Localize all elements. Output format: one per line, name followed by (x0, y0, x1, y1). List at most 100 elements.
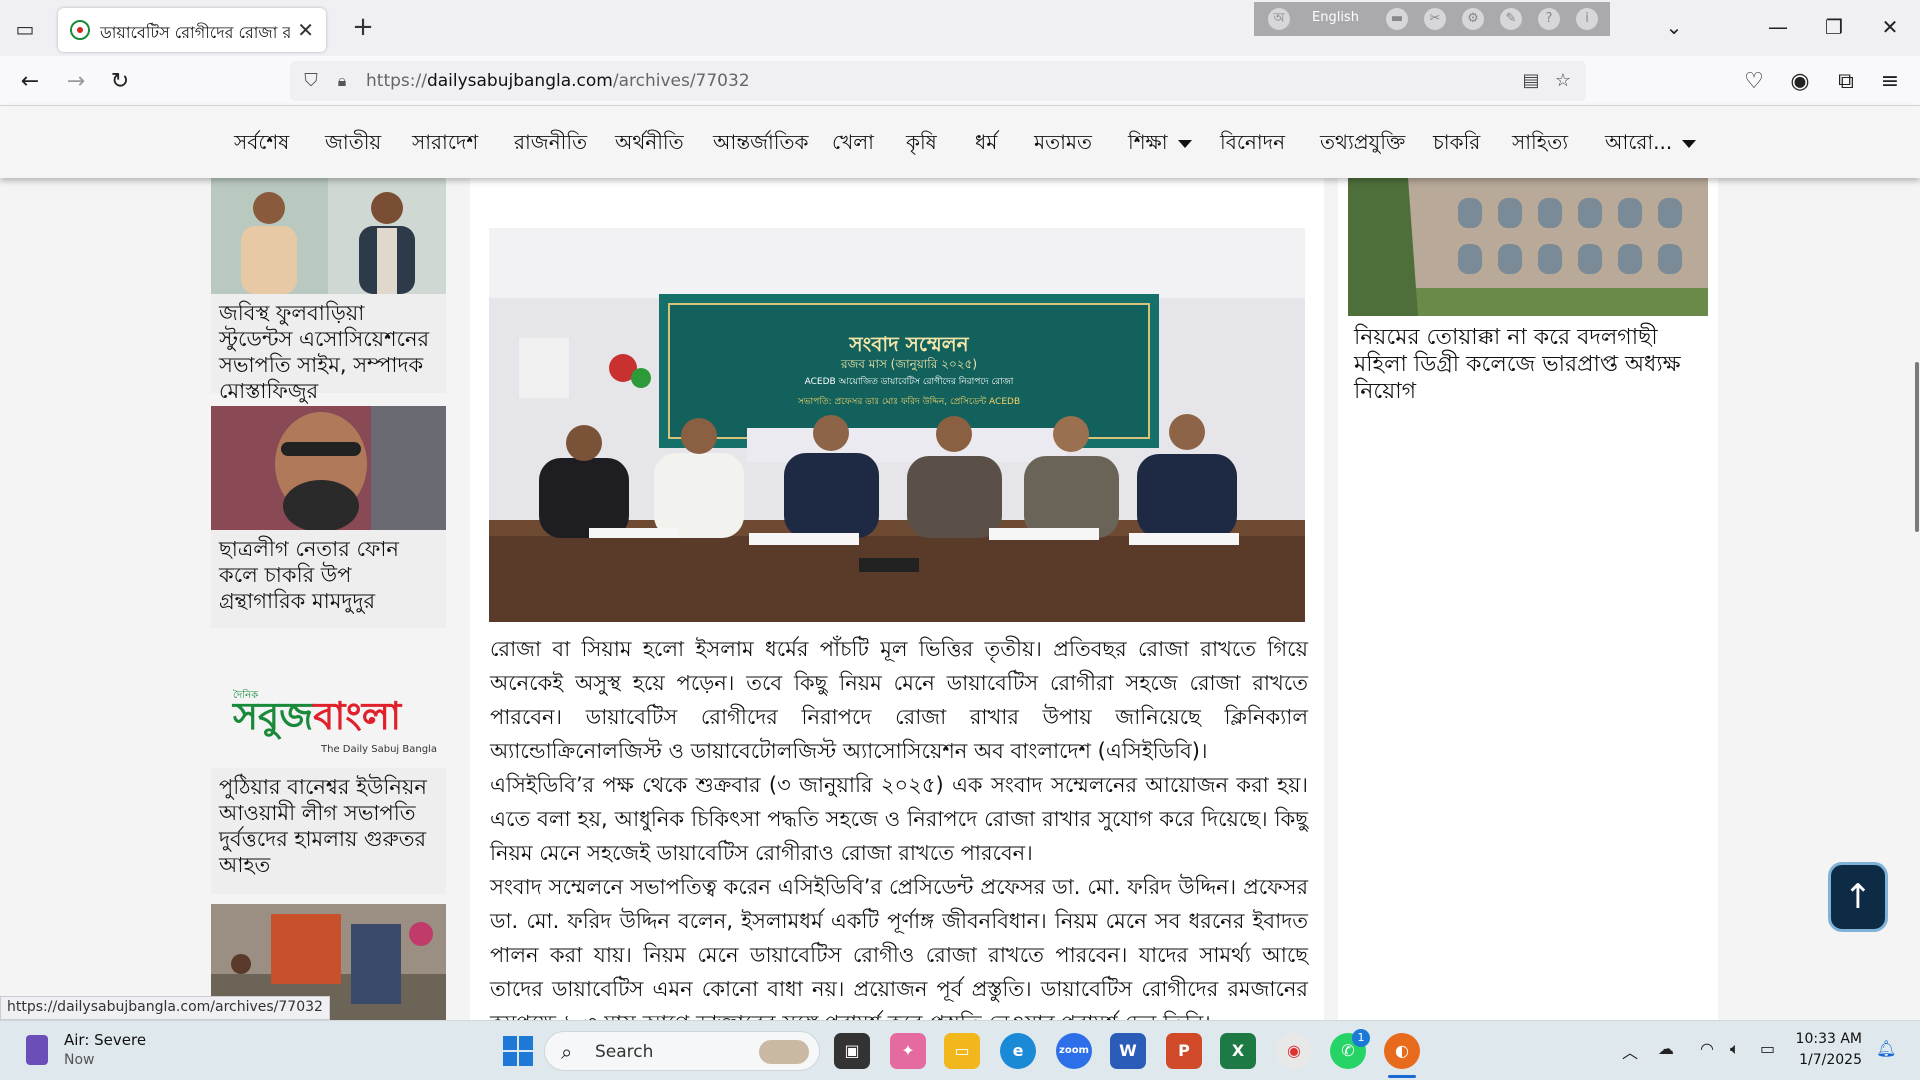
battery-icon[interactable]: ▭ (1760, 1039, 1775, 1058)
edit-icon[interactable]: ✎ (1500, 8, 1522, 30)
menu-item-economy[interactable]: অর্থনীতি (615, 128, 684, 161)
menu-item-opinion[interactable]: মতামত (1034, 128, 1092, 161)
menu-item-technology[interactable]: তথ্যপ্রযুক্তি (1320, 128, 1405, 161)
account-icon[interactable]: ◉ (1784, 66, 1816, 98)
taskbar-search[interactable]: ⌕ Search (544, 1031, 820, 1071)
info-icon[interactable]: i (1576, 8, 1598, 30)
menu-item-religion[interactable]: ধর্ম (975, 128, 997, 161)
tools-icon[interactable]: ✂ (1424, 8, 1446, 30)
menu-item-latest[interactable]: সর্বশেষ (234, 128, 289, 161)
word-icon[interactable]: W (1110, 1033, 1146, 1069)
search-highlight-icon (759, 1040, 809, 1064)
banner-line: ACEDB আয়োজিত ডায়াবেটিস রোগীদের নিরাপদে… (804, 377, 1014, 387)
tab-title: ডায়াবেটিস রোগীদের রোজা রাখার (100, 23, 290, 42)
chevron-down-icon (1682, 139, 1697, 148)
volume-icon[interactable]: 🔈︎ (1730, 1039, 1740, 1059)
article-photo: সংবাদ সম্মেলন রজব মাস (জানুয়ারি ২০২৫) A… (489, 228, 1305, 622)
restore-icon[interactable]: ❐ (1814, 12, 1854, 42)
two-men-portrait-image (211, 178, 446, 294)
keyboard-icon[interactable]: ▬ (1386, 8, 1408, 30)
back-arrow-icon[interactable]: ← (14, 66, 46, 98)
news-thumbnail[interactable] (1348, 178, 1708, 316)
extensions-icon[interactable]: ⧉ (1830, 66, 1862, 98)
tab-list-icon[interactable]: ▭ (10, 14, 40, 44)
menu-item-national[interactable]: জাতীয় (325, 128, 381, 161)
excel-icon[interactable]: X (1220, 1033, 1256, 1069)
tab-close-icon[interactable]: ✕ (297, 18, 314, 42)
menu-item-entertainment[interactable]: বিনোদন (1220, 128, 1285, 161)
menu-item-sports[interactable]: খেলা (832, 128, 874, 161)
forward-arrow-icon[interactable]: → (60, 66, 92, 98)
menu-hamburger-icon[interactable]: ≡ (1874, 66, 1906, 98)
menu-item-jobs[interactable]: চাকরি (1433, 128, 1480, 161)
news-card[interactable]: পুঠিয়ার বানেশ্বর ইউনিয়ন আওয়ামী লীগ সভ… (211, 768, 446, 894)
link-status-url: https://dailysabujbangla.com/archives/77… (0, 996, 330, 1020)
avro-keyboard-icon[interactable]: অ (1268, 8, 1290, 30)
tracking-shield-icon[interactable]: ⛉ (300, 69, 322, 93)
menu-item-more[interactable]: আরো... (1605, 128, 1697, 161)
bookmark-star-icon[interactable]: ☆ (1550, 68, 1576, 94)
clock-time[interactable]: 10:33 AM (1792, 1031, 1862, 1047)
chrome-icon[interactable]: ◉ (1276, 1033, 1312, 1069)
site-favicon-icon (70, 20, 90, 40)
browser-nav-bar: ← → ↻ ⛉ 🔒︎ https://dailysabujbangla.com/… (0, 56, 1920, 106)
menu-item-countrywide[interactable]: সারাদেশ (412, 128, 478, 161)
task-view-icon[interactable]: ▣ (834, 1033, 870, 1069)
site-menu: সর্বশেষ জাতীয় সারাদেশ রাজনীতি অর্থনীতি … (0, 106, 1920, 178)
copilot-icon[interactable]: ✦ (890, 1033, 926, 1069)
file-explorer-icon[interactable]: ▭ (944, 1033, 980, 1069)
reader-view-icon[interactable]: ▤ (1518, 68, 1544, 94)
windows-start-icon[interactable] (502, 1035, 534, 1067)
settings-gear-icon[interactable]: ⚙ (1462, 8, 1484, 30)
search-icon: ⌕ (561, 1040, 573, 1064)
article-paragraph: রোজা বা সিয়াম হলো ইসলাম ধর্মের পাঁচটি ম… (490, 637, 1308, 763)
college-building-image (1348, 178, 1708, 316)
news-thumbnail[interactable] (211, 406, 446, 530)
menu-item-agriculture[interactable]: কৃষি (906, 128, 937, 161)
menu-item-politics[interactable]: রাজনীতি (514, 128, 587, 161)
article-content: সংবাদ সম্মেলন রজব মাস (জানুয়ারি ২০২৫) A… (470, 178, 1324, 1020)
address-bar[interactable]: ⛉ 🔒︎ https://dailysabujbangla.com/archiv… (290, 61, 1586, 101)
menu-item-international[interactable]: আন্তর্জাতিক (713, 128, 809, 161)
news-headline[interactable]: ছাত্রলীগ নেতার ফোন কলে চাকরি উপ গ্রন্থাগ… (211, 530, 446, 620)
site-logo[interactable]: দৈনিক সবুজবাংলা The Daily Sabuj Bangla (211, 644, 446, 764)
language-label[interactable]: English (1312, 10, 1359, 25)
logo-subtitle: The Daily Sabuj Bangla (321, 744, 437, 755)
new-tab-icon[interactable]: + (348, 12, 378, 42)
active-app-indicator (1388, 1075, 1416, 1078)
wifi-icon[interactable]: ◠ (1700, 1039, 1714, 1058)
window-close-icon[interactable]: ✕ (1870, 12, 1910, 42)
show-hidden-icons-icon[interactable]: ︿ (1622, 1039, 1638, 1063)
pocket-icon[interactable]: ♡ (1738, 66, 1770, 98)
chevron-down-icon (1177, 139, 1192, 148)
powerpoint-icon[interactable]: P (1166, 1033, 1202, 1069)
zoom-icon[interactable]: zoom (1056, 1033, 1092, 1069)
edge-icon[interactable]: e (1000, 1033, 1036, 1069)
weather-title[interactable]: Air: Severe (64, 1031, 146, 1049)
page-scrollbar-thumb[interactable] (1915, 362, 1919, 532)
menu-item-education[interactable]: শিক্ষা (1128, 128, 1192, 161)
weather-icon[interactable] (26, 1035, 48, 1065)
onedrive-icon[interactable]: ☁ (1658, 1039, 1674, 1058)
browser-tab-active[interactable]: ডায়াবেটিস রোগীদের রোজা রাখার ✕ (58, 8, 326, 52)
news-card[interactable]: ছাত্রলীগ নেতার ফোন কলে চাকরি উপ গ্রন্থাগ… (211, 406, 446, 628)
reload-icon[interactable]: ↻ (104, 66, 136, 98)
minimize-icon[interactable]: — (1758, 12, 1798, 42)
news-card[interactable]: জবিস্থ ফুলবাড়িয়া স্টুডেন্টস এসোসিয়েশন… (211, 178, 446, 403)
notification-bell-icon[interactable]: 🔔︎ (1876, 1039, 1896, 1058)
lock-icon[interactable]: 🔒︎ (332, 69, 352, 93)
scroll-to-top-button[interactable]: ↑ (1828, 862, 1888, 932)
firefox-icon[interactable]: ◐ (1384, 1033, 1420, 1069)
news-headline[interactable]: জবিস্থ ফুলবাড়িয়া স্টুডেন্টস এসোসিয়েশন… (211, 294, 446, 410)
banner-chair: সভাপতি: প্রফেসর ডাঃ মোঃ ফরিদ উদ্দিন, প্র… (797, 397, 1021, 407)
tab-overflow-chevron-down-icon[interactable]: ⌄ (1654, 12, 1694, 42)
browser-tab-bar: ▭ ডায়াবেটিস রোগীদের রোজা রাখার ✕ + অ En… (0, 0, 1920, 56)
help-icon[interactable]: ? (1538, 8, 1560, 30)
news-thumbnail[interactable] (211, 178, 446, 294)
news-headline[interactable]: নিয়মের তোয়াক্কা না করে বদলগাছী মহিলা ড… (1354, 324, 1704, 405)
clock-date[interactable]: 1/7/2025 (1792, 1052, 1862, 1068)
menu-item-literature[interactable]: সাহিত্য (1512, 128, 1568, 161)
news-headline[interactable]: পুঠিয়ার বানেশ্বর ইউনিয়ন আওয়ামী লীগ সভ… (211, 768, 446, 884)
url-text[interactable]: https://dailysabujbangla.com/archives/77… (366, 71, 750, 91)
page-scrollbar[interactable] (1914, 178, 1920, 1020)
